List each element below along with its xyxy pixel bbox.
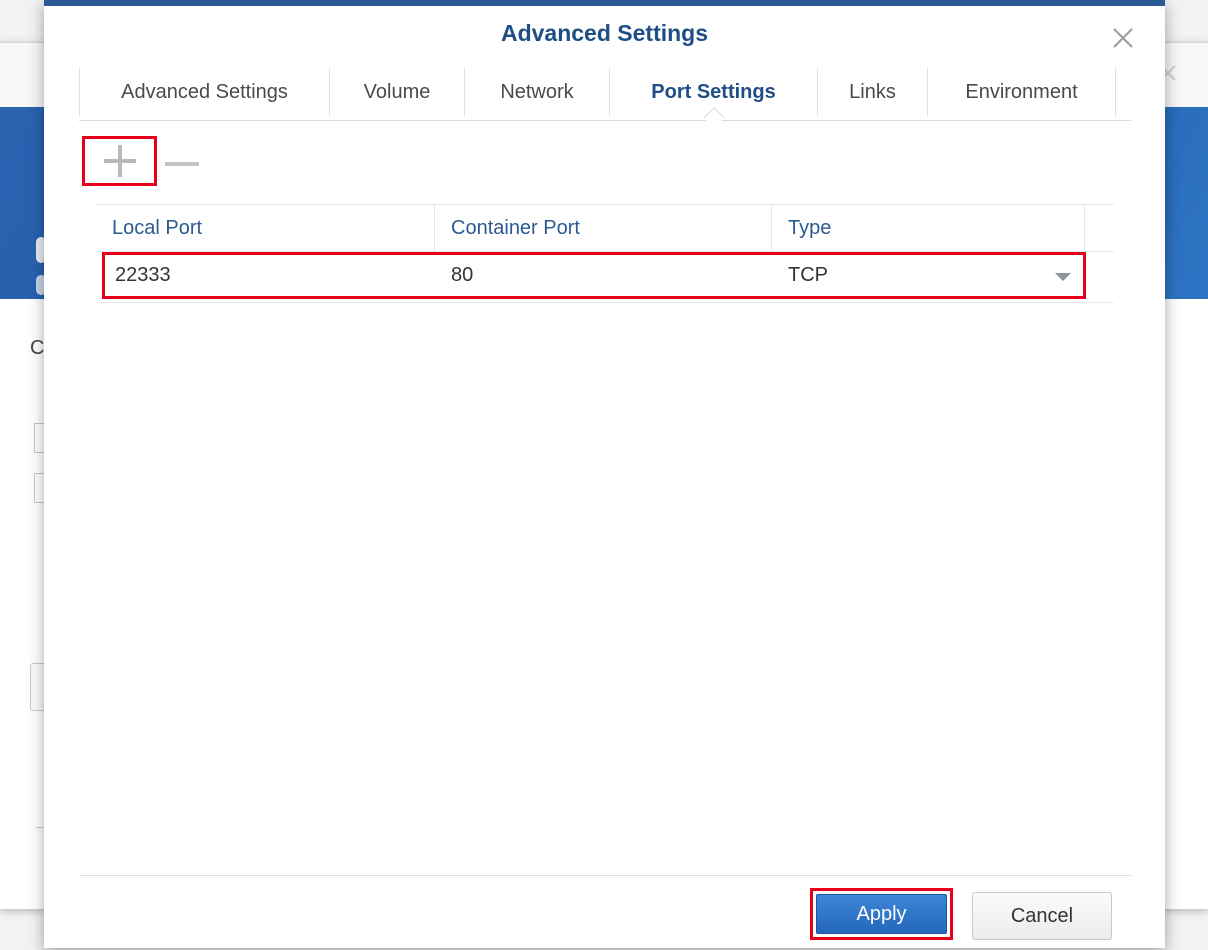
chevron-down-icon[interactable]	[1055, 272, 1071, 281]
port-settings-table: Local Port Container Port Type 22333 80 …	[96, 204, 1114, 303]
background-label: C	[30, 337, 45, 359]
tab-volume[interactable]: Volume	[330, 68, 465, 116]
advanced-settings-dialog: Advanced Settings Advanced Settings Volu…	[44, 0, 1165, 948]
container-port-cell[interactable]: 80	[441, 255, 778, 296]
footer-divider	[79, 875, 1131, 876]
tab-label: Environment	[965, 80, 1078, 103]
tab-label: Network	[500, 80, 574, 103]
tab-port-settings[interactable]: Port Settings	[610, 68, 818, 129]
table-row[interactable]: 22333 80 TCP	[96, 252, 1114, 303]
tab-network[interactable]: Network	[465, 68, 610, 116]
column-header-spacer	[1085, 205, 1114, 251]
tab-advanced-settings[interactable]: Advanced Settings	[79, 68, 330, 116]
tab-label: Volume	[363, 80, 431, 103]
tab-label: Advanced Settings	[121, 80, 288, 103]
close-icon[interactable]	[1111, 26, 1135, 50]
tab-label: Links	[849, 80, 896, 103]
apply-button-highlight: Apply	[810, 888, 953, 940]
selected-row-highlight[interactable]: 22333 80 TCP	[102, 252, 1086, 299]
plus-icon	[103, 145, 136, 177]
tab-links[interactable]: Links	[818, 68, 928, 116]
tab-environment[interactable]: Environment	[928, 68, 1116, 116]
active-tab-pointer	[702, 106, 725, 129]
local-port-cell[interactable]: 22333	[105, 255, 441, 296]
minus-icon	[165, 162, 199, 166]
add-port-button[interactable]	[82, 136, 157, 186]
table-header: Local Port Container Port Type	[96, 204, 1114, 252]
type-select[interactable]: TCP	[778, 255, 1083, 296]
cancel-button[interactable]: Cancel	[972, 892, 1112, 940]
column-header-type[interactable]: Type	[772, 205, 1085, 251]
dialog-title: Advanced Settings	[500, 20, 709, 46]
tab-label: Port Settings	[651, 80, 776, 103]
type-select-value: TCP	[788, 264, 828, 286]
column-header-container-port[interactable]: Container Port	[435, 205, 772, 251]
remove-port-button[interactable]	[162, 146, 202, 182]
tab-bar: Advanced Settings Volume Network Port Se…	[79, 64, 1131, 129]
column-header-local-port[interactable]: Local Port	[96, 205, 435, 251]
apply-button[interactable]: Apply	[816, 894, 947, 934]
